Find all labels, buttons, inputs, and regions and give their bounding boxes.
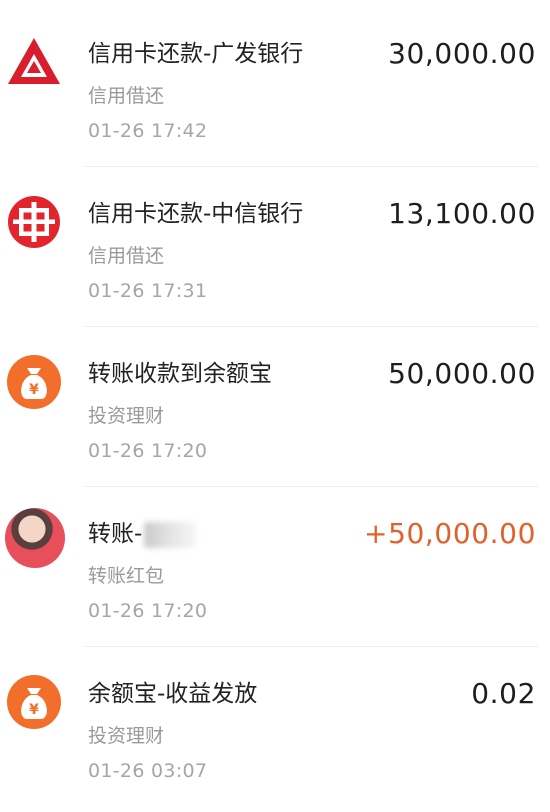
transaction-row[interactable]: 转账- 转账红包 01-26 17:20 +50,000.00 bbox=[0, 486, 550, 647]
money-bag-yuan-icon: ¥ bbox=[6, 354, 62, 410]
svg-text:¥: ¥ bbox=[29, 702, 39, 718]
citic-bank-logo-icon bbox=[6, 194, 62, 250]
transaction-amount: 0.02 bbox=[471, 677, 536, 710]
transaction-amount: +50,000.00 bbox=[364, 517, 536, 550]
transaction-row[interactable]: ¥ 转账收款到余额宝 投资理财 01-26 17:20 50,000.00 bbox=[0, 326, 550, 487]
transaction-title-text: 转账- bbox=[88, 521, 143, 547]
row-divider bbox=[85, 646, 538, 647]
svg-text:¥: ¥ bbox=[29, 382, 39, 398]
row-divider bbox=[85, 486, 538, 487]
transaction-category: 转账红包 bbox=[88, 565, 165, 587]
money-bag-yuan-icon: ¥ bbox=[6, 674, 62, 730]
transaction-category: 信用借还 bbox=[88, 245, 165, 267]
transaction-amount: 13,100.00 bbox=[388, 197, 536, 230]
transaction-time: 01-26 17:20 bbox=[88, 440, 208, 462]
transaction-title: 转账收款到余额宝 bbox=[88, 361, 272, 387]
avatar[interactable] bbox=[5, 508, 65, 568]
transaction-title: 信用卡还款-广发银行 bbox=[88, 41, 304, 67]
row-divider bbox=[85, 326, 538, 327]
transaction-title: 转账- bbox=[88, 514, 197, 554]
transaction-category: 投资理财 bbox=[88, 725, 165, 747]
transaction-amount: 30,000.00 bbox=[388, 37, 536, 70]
transaction-title: 信用卡还款-中信银行 bbox=[88, 201, 304, 227]
transaction-time: 01-26 03:07 bbox=[88, 760, 208, 782]
transaction-category: 投资理财 bbox=[88, 405, 165, 427]
transaction-row[interactable]: 信用卡还款-广发银行 信用借还 01-26 17:42 30,000.00 bbox=[0, 6, 550, 167]
transaction-category: 信用借还 bbox=[88, 85, 165, 107]
transaction-row[interactable]: ¥ 余额宝-收益发放 投资理财 01-26 03:07 0.02 bbox=[0, 646, 550, 807]
transaction-amount: 50,000.00 bbox=[388, 357, 536, 390]
cgb-bank-logo-icon bbox=[6, 34, 62, 90]
redacted-name bbox=[144, 521, 197, 548]
row-divider bbox=[85, 166, 538, 167]
transaction-list: 信用卡还款-广发银行 信用借还 01-26 17:42 30,000.00 信用… bbox=[0, 0, 550, 812]
transaction-row[interactable]: 信用卡还款-中信银行 信用借还 01-26 17:31 13,100.00 bbox=[0, 166, 550, 327]
transaction-time: 01-26 17:42 bbox=[88, 120, 208, 142]
transaction-time: 01-26 17:31 bbox=[88, 280, 208, 302]
transaction-time: 01-26 17:20 bbox=[88, 600, 208, 622]
transaction-title: 余额宝-收益发放 bbox=[88, 681, 258, 707]
